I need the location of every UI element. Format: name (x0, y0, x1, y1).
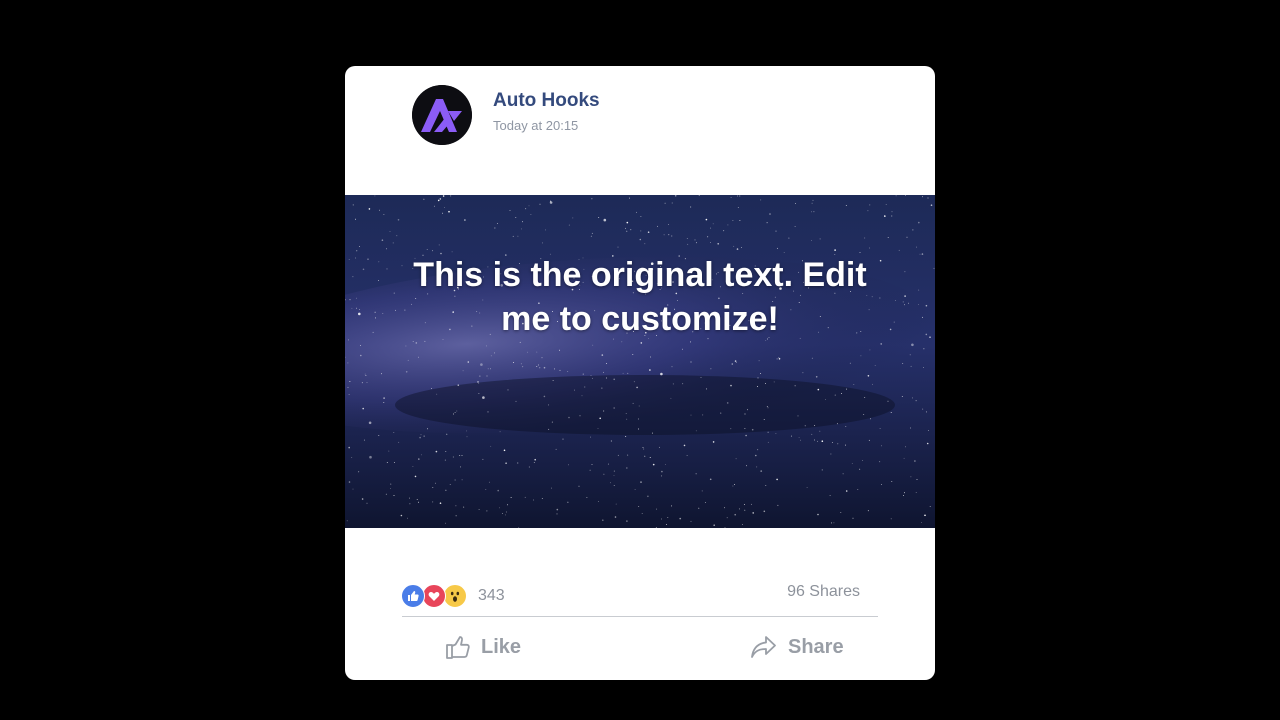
avatar[interactable] (412, 85, 472, 145)
divider (402, 616, 878, 617)
post-timestamp[interactable]: Today at 20:15 (493, 118, 578, 133)
share-arrow-icon (751, 636, 776, 658)
thumbs-up-outline-icon (446, 636, 470, 659)
share-button[interactable]: Share (750, 630, 844, 664)
thumbs-up-icon (401, 584, 425, 608)
author-name[interactable]: Auto Hooks (493, 90, 600, 112)
post-overlay-text: This is the original text. Edit me to cu… (413, 256, 867, 338)
like-button[interactable]: Like (445, 630, 521, 664)
share-count[interactable]: 96 Shares (787, 583, 860, 601)
like-label: Like (481, 635, 522, 658)
heart-icon (422, 584, 446, 608)
starry-sky-image (345, 195, 935, 528)
post-card: Auto Hooks Today at 20:15 This is the or… (345, 66, 935, 680)
auto-hooks-logo-icon (412, 85, 472, 145)
share-label: Share (788, 635, 844, 658)
reaction-count: 343 (478, 587, 505, 604)
reactions-summary[interactable]: 343 (401, 583, 505, 609)
post-image[interactable]: This is the original text. Edit me to cu… (345, 195, 935, 528)
wow-face-icon (443, 584, 467, 608)
